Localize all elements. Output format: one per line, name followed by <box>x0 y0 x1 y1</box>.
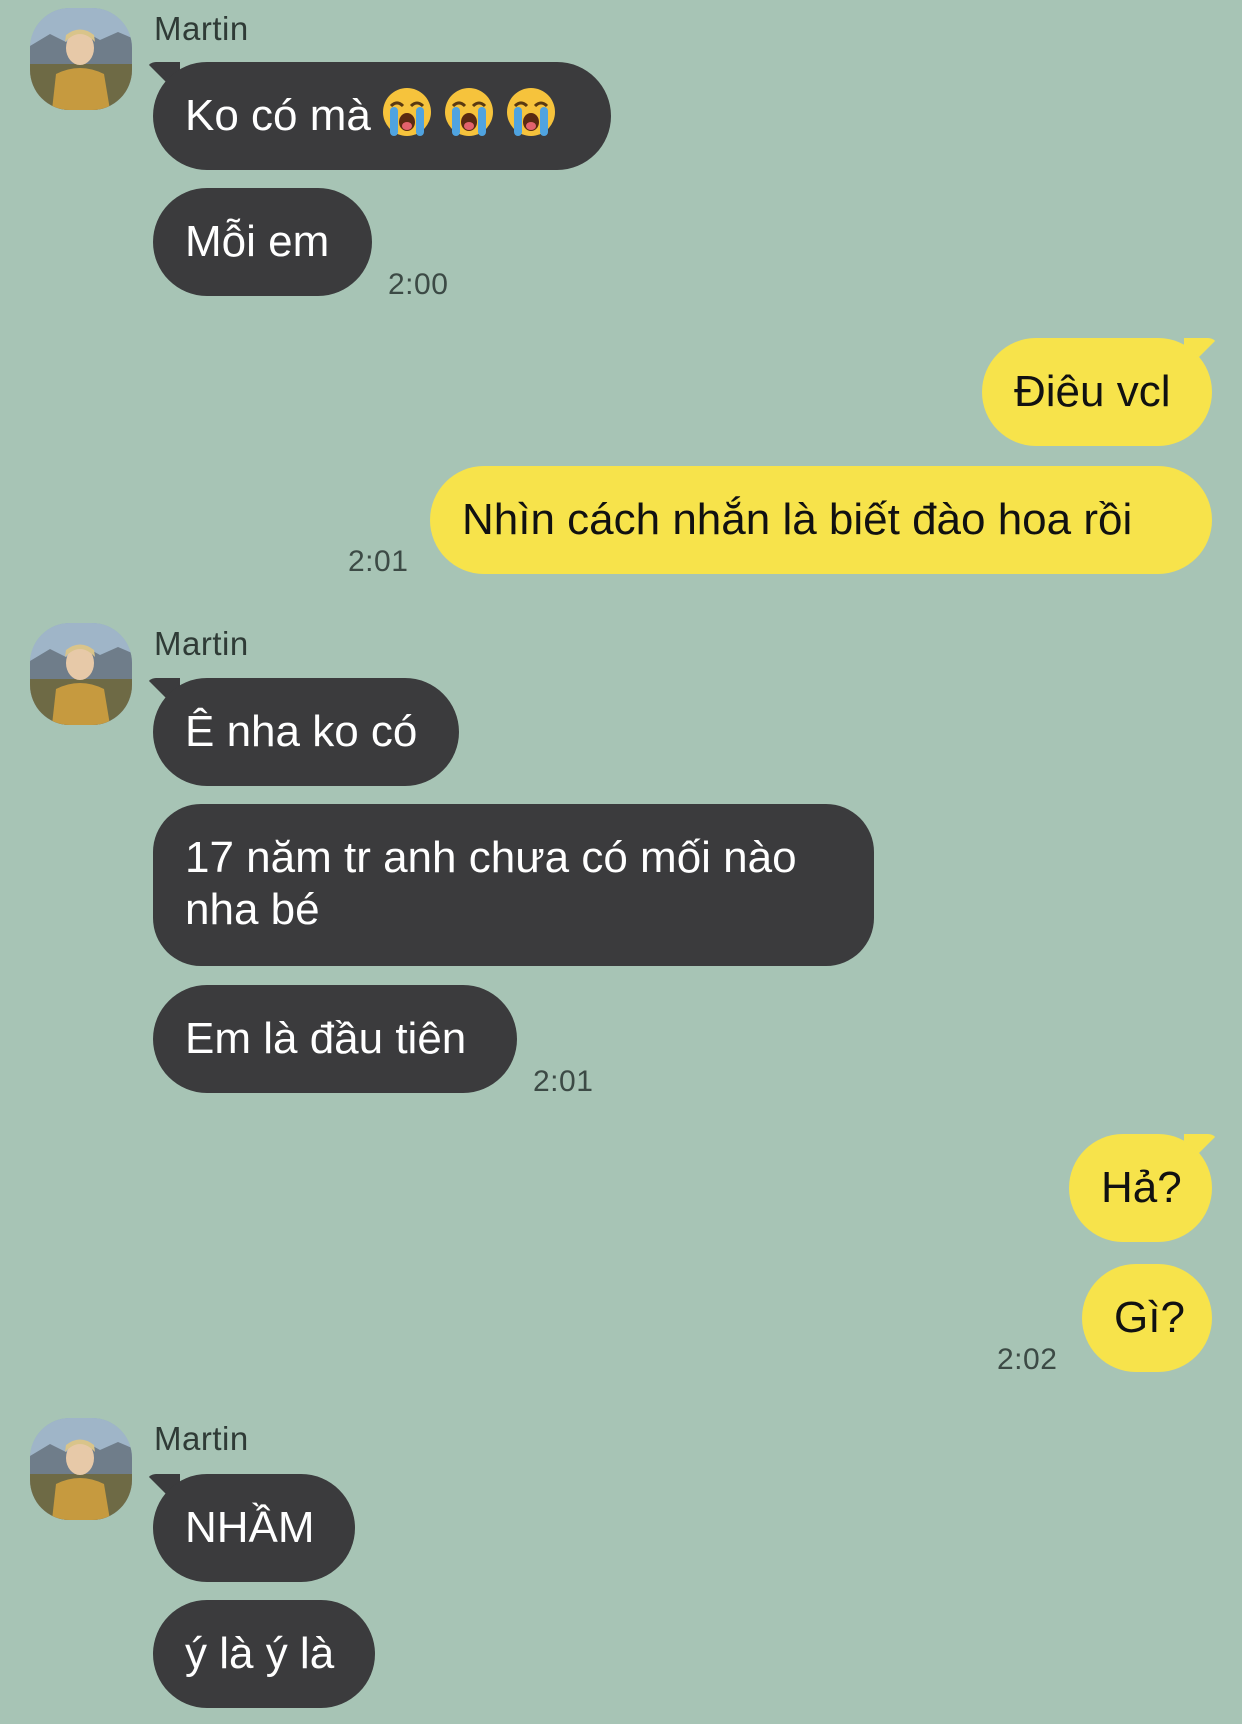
message-bubble[interactable]: 17 năm tr anh chưa có mối nào nha bé <box>153 804 874 966</box>
message-bubble[interactable]: Em là đầu tiên <box>153 985 517 1093</box>
message-text: ý là ý là <box>185 1629 335 1678</box>
message-text: Em là đầu tiên <box>185 1014 467 1063</box>
timestamp: 2:01 <box>533 1065 594 1098</box>
crying-emoji-icon <box>381 86 433 138</box>
avatar[interactable] <box>30 8 132 110</box>
avatar[interactable] <box>30 623 132 725</box>
timestamp: 2:01 <box>348 545 409 578</box>
message-bubble[interactable]: Hả? <box>1069 1134 1212 1242</box>
message-text: NHẦM <box>185 1503 315 1552</box>
message-bubble[interactable]: Nhìn cách nhắn là biết đào hoa rồi <box>430 466 1212 574</box>
message-text: Hả? <box>1101 1163 1182 1212</box>
sender-name: Martin <box>154 1420 249 1457</box>
message-text: Ê nha ko có <box>185 707 418 756</box>
message-bubble[interactable]: Gì? <box>1082 1264 1212 1372</box>
message-bubble[interactable]: ý là ý là <box>153 1600 375 1708</box>
message-bubble[interactable]: Ê nha ko có <box>153 678 459 786</box>
avatar[interactable] <box>30 1418 132 1520</box>
message-bubble[interactable]: NHẦM <box>153 1474 355 1582</box>
message-text: Điêu vcl <box>1014 367 1171 416</box>
message-text: 17 năm tr anh chưa có mối nào nha bé <box>185 833 797 934</box>
message-bubble[interactable]: Điêu vcl <box>982 338 1212 446</box>
crying-emoji-icon <box>443 86 495 138</box>
sender-name: Martin <box>154 10 249 47</box>
message-text: Mỗi em <box>185 217 330 266</box>
message-bubble[interactable]: Mỗi em <box>153 188 372 296</box>
timestamp: 2:02 <box>997 1343 1058 1376</box>
message-bubble[interactable]: Ko có mà <box>153 62 611 170</box>
timestamp: 2:00 <box>388 268 449 301</box>
message-text: Gì? <box>1114 1293 1185 1342</box>
message-text: Nhìn cách nhắn là biết đào hoa rồi <box>462 495 1133 544</box>
sender-name: Martin <box>154 625 249 662</box>
message-text: Ko có mà <box>185 91 371 140</box>
crying-emoji-icon <box>505 86 557 138</box>
